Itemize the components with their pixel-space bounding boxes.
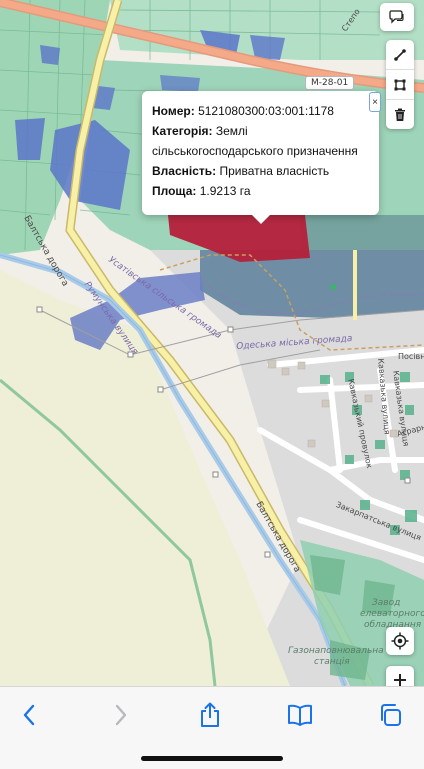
trash-icon <box>395 108 405 121</box>
ownership-value: Приватна власність <box>219 164 330 178</box>
poi-label-gas-1: Газонаповнювальна <box>288 646 384 656</box>
category-value-2: сільськогосподарського призначення <box>152 144 358 158</box>
draw-line-button[interactable] <box>386 40 414 70</box>
ownership-label: Власність: <box>152 164 217 178</box>
tabs-icon <box>381 704 401 726</box>
number-value: 5121080300:03:001:1178 <box>198 104 334 118</box>
parcel-info-popup: Номер: 5121080300:03:001:1178 Категорія:… <box>142 91 379 224</box>
locate-me-icon <box>391 632 409 650</box>
tabs-button[interactable] <box>373 701 407 729</box>
share-button[interactable] <box>193 701 227 729</box>
area-value: 1.9213 га <box>199 184 251 198</box>
category-label: Категорія: <box>152 124 213 138</box>
locate-button[interactable] <box>386 627 414 655</box>
back-button[interactable] <box>12 701 46 729</box>
forward-chevron-icon <box>115 704 127 726</box>
bookmarks-button[interactable] <box>283 701 317 729</box>
home-indicator <box>141 756 283 761</box>
popup-row-category: Категорія: Землі <box>152 121 369 141</box>
chat-button[interactable] <box>380 3 414 31</box>
popup-row-ownership: Власність: Приватна власність <box>152 161 369 181</box>
popup-row-area: Площа: 1.9213 га <box>152 181 369 201</box>
popup-row-category-cont: сільськогосподарського призначення <box>152 141 369 161</box>
draw-polygon-button[interactable] <box>386 70 414 100</box>
map-view[interactable]: М-28-01 Балтська дорога Балтська дорога … <box>0 0 424 686</box>
back-chevron-icon <box>23 704 35 726</box>
category-value-1: Землі <box>215 124 248 138</box>
zoom-in-button[interactable] <box>386 666 414 686</box>
share-icon <box>201 702 219 727</box>
bookmarks-icon <box>288 704 312 726</box>
number-label: Номер: <box>152 104 195 118</box>
popup-tip <box>252 215 270 224</box>
area-label: Площа: <box>152 184 197 198</box>
forward-button[interactable] <box>104 701 138 729</box>
zoom-in-icon <box>394 674 406 686</box>
draw-polygon-icon <box>394 79 406 90</box>
draw-line-icon <box>394 48 406 61</box>
delete-button[interactable] <box>386 100 414 129</box>
popup-row-number: Номер: 5121080300:03:001:1178 <box>152 101 369 121</box>
draw-controls <box>386 40 414 129</box>
popup-close-button[interactable]: × <box>369 92 381 112</box>
poi-label-gas-2: станція <box>314 657 350 667</box>
poi-label-zavod-2: елеваторного <box>360 609 424 619</box>
highway-shield: М-28-01 <box>305 76 355 90</box>
street-label-posivna: Посівн <box>398 352 424 361</box>
poi-label-zavod-1: Завод <box>372 598 401 608</box>
chat-bubble-icon <box>389 10 404 24</box>
